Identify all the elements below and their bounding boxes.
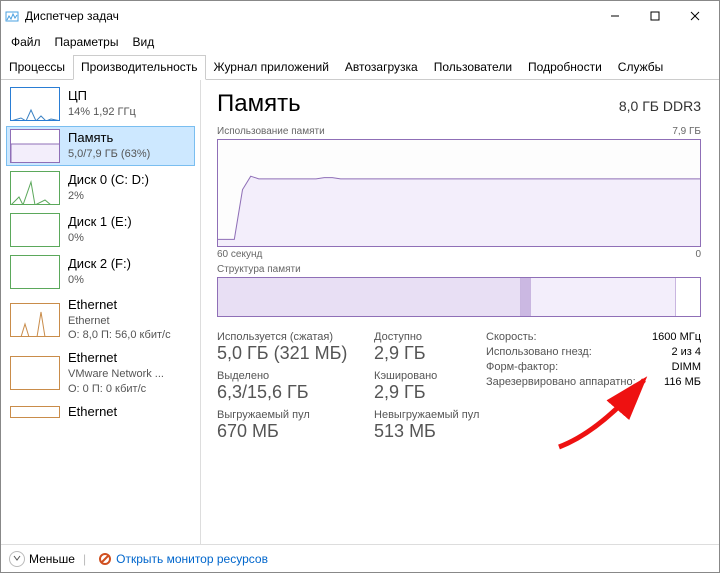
sidebar-item-cpu[interactable]: ЦП14% 1,92 ГГц	[6, 84, 195, 124]
chart-label: Использование памяти	[217, 126, 325, 137]
disk-thumb	[10, 213, 60, 247]
main-panel: Память 8,0 ГБ DDR3 Использование памяти …	[201, 80, 719, 544]
net-thumb	[10, 356, 60, 390]
cpu-thumb	[10, 87, 60, 121]
sidebar[interactable]: ЦП14% 1,92 ГГц Память5,0/7,9 ГБ (63%) Ди…	[1, 80, 201, 544]
sidebar-item-ethernet2[interactable]: Ethernet	[6, 401, 195, 424]
chart-x-left: 60 секунд	[217, 249, 262, 260]
footer: Меньше | Открыть монитор ресурсов	[1, 544, 719, 572]
maximize-button[interactable]	[635, 3, 675, 29]
chart-x-right: 0	[695, 249, 701, 260]
stat-available: 2,9 ГБ	[374, 343, 486, 364]
disk-thumb	[10, 171, 60, 205]
stat-reserved: 116 МБ	[664, 376, 701, 388]
stat-form: DIMM	[672, 361, 701, 373]
disk-thumb	[10, 255, 60, 289]
stat-slots: 2 из 4	[671, 346, 701, 358]
composition-bar[interactable]	[217, 277, 701, 317]
sidebar-item-ethernet1[interactable]: EthernetVMware Network ...О: 0 П: 0 кбит…	[6, 347, 195, 398]
tab-processes[interactable]: Процессы	[1, 55, 73, 79]
titlebar: Диспетчер задач	[1, 1, 719, 31]
composition-seg-free	[676, 278, 700, 316]
fewer-details-icon[interactable]	[9, 551, 25, 567]
minimize-button[interactable]	[595, 3, 635, 29]
sidebar-item-disk0[interactable]: Диск 0 (C: D:)2%	[6, 168, 195, 208]
tab-performance[interactable]: Производительность	[73, 55, 205, 80]
menubar: Файл Параметры Вид	[1, 31, 719, 53]
net-thumb	[10, 303, 60, 337]
menu-options[interactable]: Параметры	[49, 33, 125, 51]
fewer-details-button[interactable]: Меньше	[29, 552, 75, 566]
stat-speed: 1600 МГц	[652, 331, 701, 343]
composition-seg-modified	[521, 278, 532, 316]
menu-file[interactable]: Файл	[5, 33, 47, 51]
tab-services[interactable]: Службы	[610, 55, 671, 79]
tab-users[interactable]: Пользователи	[426, 55, 520, 79]
composition-label: Структура памяти	[217, 264, 701, 275]
app-icon	[5, 8, 19, 25]
stat-in-use: 5,0 ГБ (321 МБ)	[217, 343, 354, 364]
net-thumb	[10, 406, 60, 418]
sidebar-item-ethernet0[interactable]: EthernetEthernetО: 8,0 П: 56,0 кбит/с	[6, 294, 195, 345]
memory-thumb	[10, 129, 60, 163]
sidebar-item-memory[interactable]: Память5,0/7,9 ГБ (63%)	[6, 126, 195, 166]
sidebar-item-disk1[interactable]: Диск 1 (E:)0%	[6, 210, 195, 250]
page-title: Память	[217, 90, 301, 118]
sidebar-item-disk2[interactable]: Диск 2 (F:)0%	[6, 252, 195, 292]
menu-view[interactable]: Вид	[126, 33, 160, 51]
chart-y-max: 7,9 ГБ	[672, 126, 701, 137]
resmon-icon	[98, 552, 112, 566]
tabbar: Процессы Производительность Журнал прило…	[1, 55, 719, 80]
task-manager-window: Диспетчер задач Файл Параметры Вид Проце…	[0, 0, 720, 573]
composition-seg-standby	[531, 278, 676, 316]
composition-seg-in_use	[218, 278, 521, 316]
stat-committed: 6,3/15,6 ГБ	[217, 382, 354, 403]
stat-cached: 2,9 ГБ	[374, 382, 486, 403]
stats-right: Скорость:1600 МГц Использовано гнезд:2 и…	[486, 331, 701, 442]
window-title: Диспетчер задач	[21, 9, 595, 23]
tab-startup[interactable]: Автозагрузка	[337, 55, 426, 79]
stats-left: Используется (сжатая)5,0 ГБ (321 МБ) Дос…	[217, 331, 486, 442]
close-button[interactable]	[675, 3, 715, 29]
memory-spec: 8,0 ГБ DDR3	[619, 98, 701, 114]
memory-chart[interactable]	[217, 139, 701, 247]
open-resmon-link[interactable]: Открыть монитор ресурсов	[98, 552, 268, 566]
stat-nonpaged: 513 МБ	[374, 421, 486, 442]
tab-details[interactable]: Подробности	[520, 55, 610, 79]
stat-paged: 670 МБ	[217, 421, 354, 442]
tab-app-history[interactable]: Журнал приложений	[206, 55, 337, 79]
